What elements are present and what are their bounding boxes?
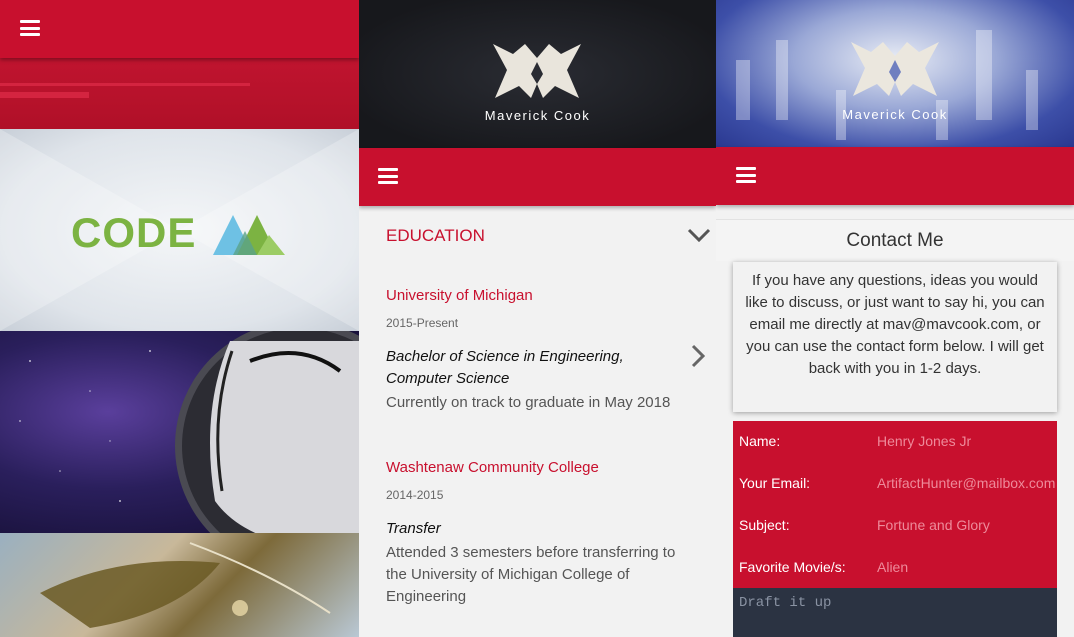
education-description: Attended 3 semesters before transferring… — [386, 544, 676, 605]
header-banner — [0, 58, 359, 129]
hero-header: Maverick Cook — [716, 0, 1074, 147]
menu-icon[interactable] — [20, 19, 40, 37]
subject-input[interactable] — [877, 517, 1057, 533]
nav-bar — [716, 147, 1074, 205]
movie-label: Favorite Movie/s: — [739, 559, 846, 575]
school-name: University of Michigan — [386, 287, 533, 304]
contact-form: Name: Your Email: Subject: Favorite Movi… — [733, 421, 1057, 588]
chevron-down-icon[interactable] — [687, 228, 711, 242]
contact-panel: Maverick Cook Contact Me If you have any… — [716, 0, 1074, 637]
project-tile-code[interactable]: CODE — [0, 129, 359, 331]
name-label: Name: — [739, 433, 781, 449]
message-textarea[interactable] — [733, 588, 1057, 637]
space-globe-art — [19, 331, 359, 533]
subject-label: Subject: — [739, 517, 790, 533]
mc-logo-icon — [851, 42, 939, 96]
school-name: Washtenaw Community College — [386, 459, 599, 476]
site-name: Maverick Cook — [484, 108, 591, 123]
school-years: 2015-Present — [386, 316, 459, 330]
mountain-logo-icon — [213, 215, 285, 255]
menu-icon[interactable] — [736, 166, 756, 184]
degree-line-1: Bachelor of Science in Engineering, — [386, 348, 624, 365]
menu-icon[interactable] — [378, 167, 398, 185]
education-entry: University of Michigan 2015-Present Bach… — [386, 287, 686, 414]
education-description: Currently on track to graduate in May 20… — [386, 394, 671, 411]
project-tile-nature[interactable] — [0, 533, 359, 637]
school-years: 2014-2015 — [386, 488, 444, 502]
contact-title: Contact Me — [716, 219, 1074, 261]
education-panel: Maverick Cook EDUCATION University of Mi… — [359, 0, 716, 637]
degree: Transfer — [386, 520, 441, 537]
portfolio-panel: CODE — [0, 0, 359, 637]
form-row-name: Name: — [739, 433, 1057, 453]
top-nav-bar — [0, 0, 359, 58]
degree: Bachelor of Science in Engineering, Comp… — [386, 346, 686, 390]
mc-logo-icon — [493, 44, 581, 98]
code-wordmark: CODE — [71, 209, 197, 256]
form-row-subject: Subject: — [739, 517, 1057, 537]
chevron-right-icon[interactable] — [691, 344, 705, 368]
contact-message: If you have any questions, ideas you wou… — [733, 262, 1057, 412]
degree-line-2: Computer Science — [386, 370, 510, 387]
movie-input[interactable] — [877, 559, 1057, 575]
form-row-email: Your Email: — [739, 475, 1057, 495]
nav-bar — [359, 148, 716, 206]
email-label: Your Email: — [739, 475, 811, 491]
form-row-movie: Favorite Movie/s: — [739, 559, 1057, 579]
project-tile-space[interactable] — [0, 331, 359, 533]
email-input[interactable] — [877, 475, 1057, 491]
education-entry: Washtenaw Community College 2014-2015 Tr… — [386, 459, 686, 608]
hero-header: Maverick Cook — [359, 0, 716, 148]
section-title-education: EDUCATION — [386, 226, 485, 245]
leaf-art — [40, 542, 331, 628]
site-name: Maverick Cook — [842, 107, 948, 122]
name-input[interactable] — [877, 433, 1057, 449]
